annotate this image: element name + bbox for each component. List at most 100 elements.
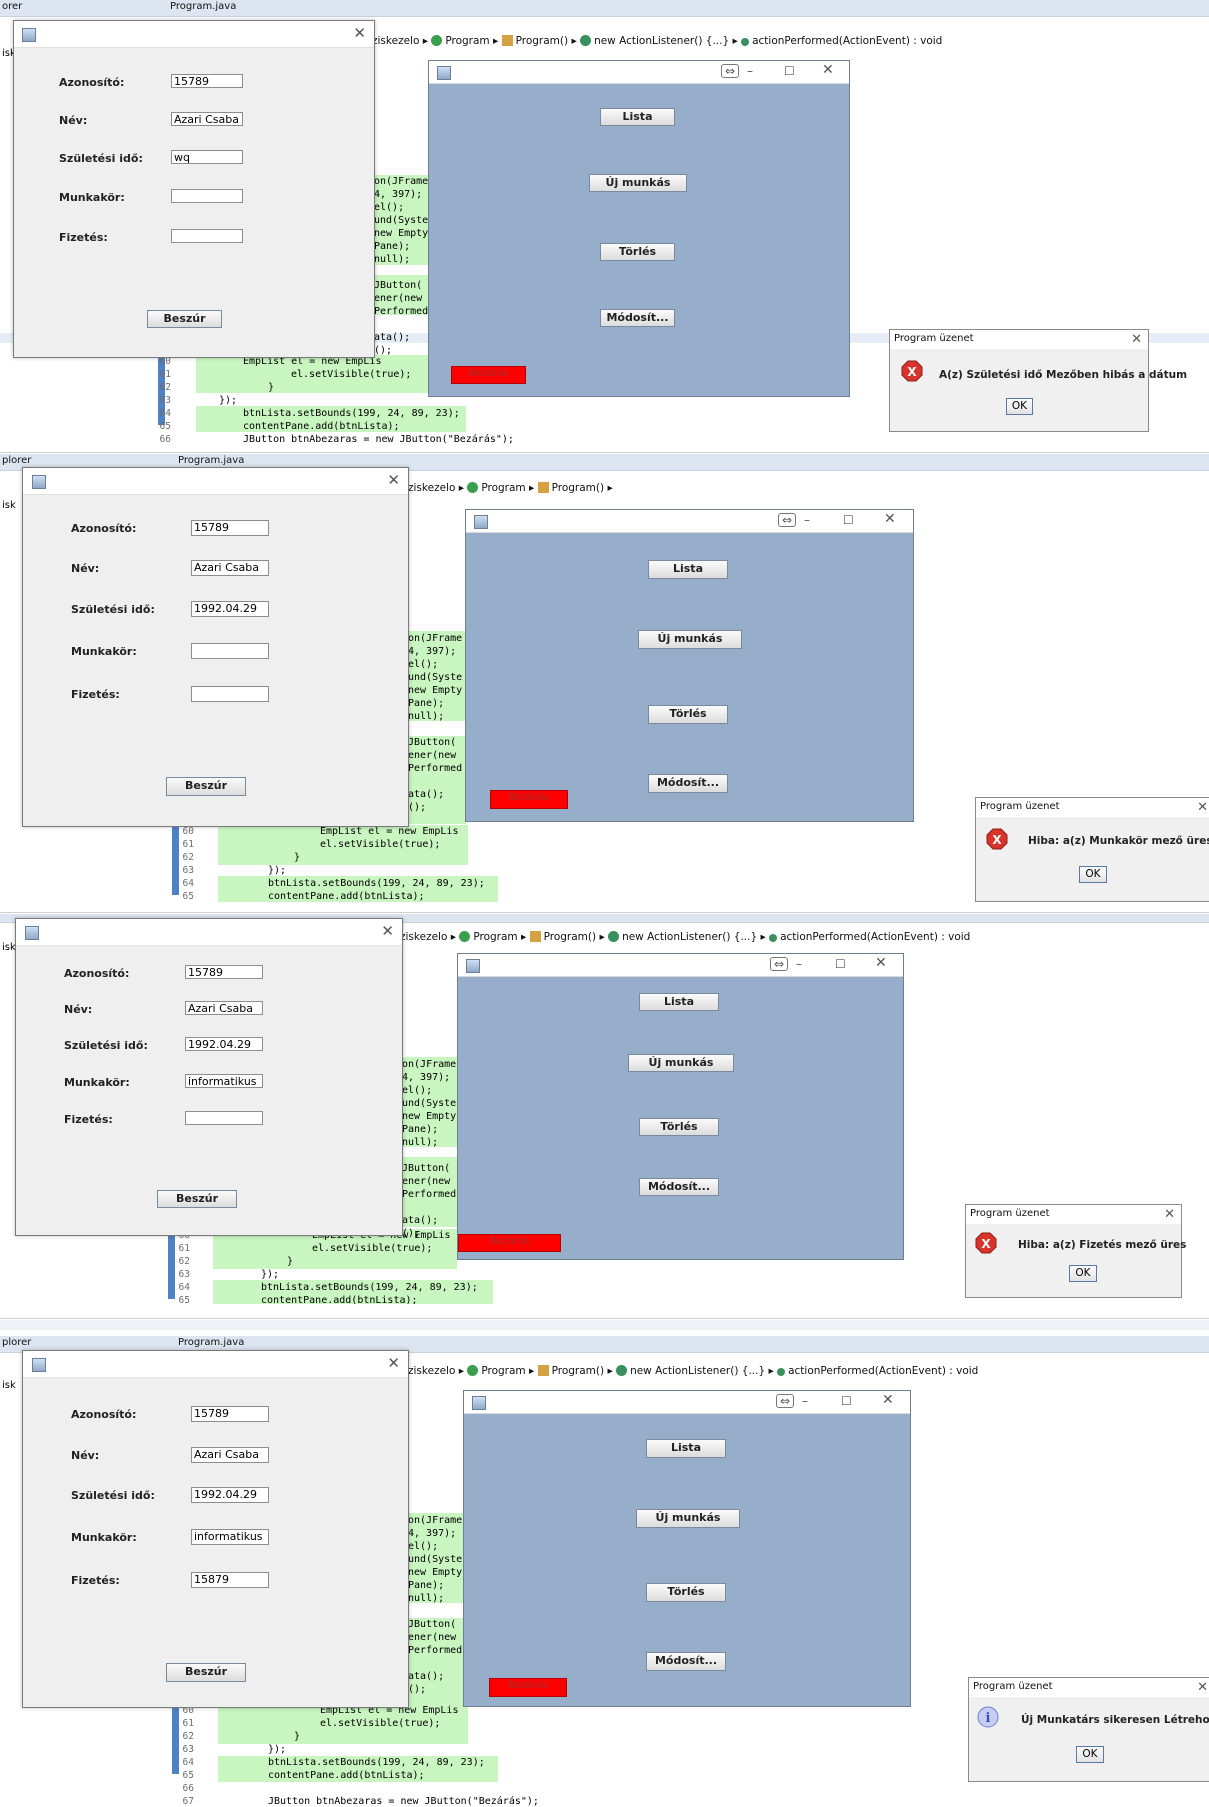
editor-tab-program-java[interactable]: Program.java xyxy=(178,455,244,466)
name-field[interactable]: Azari Csaba xyxy=(191,560,269,576)
explorer-tab[interactable]: plorer xyxy=(2,455,31,466)
job-field[interactable] xyxy=(171,189,243,203)
close-icon[interactable]: ✕ xyxy=(1197,1680,1208,1695)
birth-field[interactable]: 1992.04.29 xyxy=(191,1487,269,1503)
label-id: Azonosító: xyxy=(59,76,125,89)
ide-toolbar xyxy=(0,1320,1209,1330)
close-app-button[interactable]: Bezárás xyxy=(490,790,568,809)
name-field[interactable]: Azari Csaba xyxy=(185,1001,263,1015)
resize-icon[interactable]: ⇔ xyxy=(770,957,789,971)
close-icon[interactable]: ✕ xyxy=(1164,1207,1175,1222)
close-icon[interactable]: ✕ xyxy=(387,473,400,488)
maximize-icon[interactable]: ☐ xyxy=(784,65,795,77)
error-icon: X xyxy=(975,1232,997,1254)
maximize-icon[interactable]: ☐ xyxy=(843,514,854,526)
main-titlebar: ⇔ – ☐ ✕ xyxy=(429,61,849,84)
minimize-icon[interactable]: – xyxy=(802,1395,808,1407)
label-id: Azonosító: xyxy=(71,522,137,535)
ok-button[interactable]: OK xyxy=(1006,398,1033,415)
close-icon[interactable]: ✕ xyxy=(882,1393,894,1407)
new-worker-button[interactable]: Új munkás xyxy=(638,630,742,649)
new-worker-button[interactable]: Új munkás xyxy=(628,1054,734,1072)
constructor-icon xyxy=(537,482,549,493)
close-app-button[interactable]: Bezárás xyxy=(451,366,526,384)
label-name: Név: xyxy=(59,114,88,127)
minimize-icon[interactable]: – xyxy=(747,65,753,77)
minimize-icon[interactable]: – xyxy=(804,514,810,526)
ok-button[interactable]: OK xyxy=(1069,1265,1097,1282)
minimize-icon[interactable]: – xyxy=(796,958,802,970)
close-icon[interactable]: ✕ xyxy=(822,63,834,77)
salary-field[interactable] xyxy=(191,686,269,702)
code-line-65: contentPane.add(btnLista); xyxy=(261,1295,418,1304)
class-icon xyxy=(431,35,443,46)
dialog-title: Program üzenet xyxy=(973,1681,1053,1692)
label-birth: Születési idő: xyxy=(64,1039,148,1052)
new-worker-button[interactable]: Új munkás xyxy=(636,1509,740,1528)
birth-field[interactable]: 1992.04.29 xyxy=(185,1037,263,1051)
maximize-icon[interactable]: ☐ xyxy=(841,1395,852,1407)
resize-icon[interactable]: ⇔ xyxy=(778,513,797,527)
modify-button[interactable]: Módosít... xyxy=(600,309,675,327)
name-field[interactable]: Azari Csaba xyxy=(171,112,243,126)
close-icon[interactable]: ✕ xyxy=(1131,332,1142,347)
ok-button[interactable]: OK xyxy=(1076,1746,1104,1763)
salary-field[interactable] xyxy=(171,229,243,243)
id-field[interactable]: 15789 xyxy=(185,965,263,979)
close-app-button[interactable]: Bezárás xyxy=(489,1678,567,1697)
modify-button[interactable]: Módosít... xyxy=(648,774,728,793)
resize-icon[interactable]: ⇔ xyxy=(776,1394,795,1408)
close-icon[interactable]: ✕ xyxy=(387,1356,400,1371)
panel-divider xyxy=(0,912,1209,913)
ok-button[interactable]: OK xyxy=(1079,866,1107,883)
delete-button[interactable]: Törlés xyxy=(600,243,675,261)
insert-button[interactable]: Beszúr xyxy=(166,1663,246,1682)
class-icon xyxy=(459,931,471,942)
close-icon[interactable]: ✕ xyxy=(884,512,896,526)
insert-button[interactable]: Beszúr xyxy=(157,1190,237,1208)
maximize-icon[interactable]: ☐ xyxy=(835,958,846,970)
name-field[interactable]: Azari Csaba xyxy=(191,1447,269,1463)
modify-button[interactable]: Módosít... xyxy=(646,1652,726,1671)
salary-field[interactable] xyxy=(185,1111,263,1125)
list-button[interactable]: Lista xyxy=(600,108,675,126)
new-worker-button[interactable]: Új munkás xyxy=(589,174,687,192)
close-icon[interactable]: ✕ xyxy=(1197,800,1208,815)
svg-text:X: X xyxy=(981,1237,991,1251)
main-titlebar: ⇔ – ☐ ✕ xyxy=(458,954,903,977)
list-button[interactable]: Lista xyxy=(646,1439,726,1458)
list-button[interactable]: Lista xyxy=(648,560,728,579)
resize-icon[interactable]: ⇔ xyxy=(721,64,740,78)
anonymous-class-icon xyxy=(616,1365,628,1376)
modify-button[interactable]: Módosít... xyxy=(639,1178,719,1196)
label-job: Munkakör: xyxy=(59,191,125,204)
close-icon[interactable]: ✕ xyxy=(353,26,366,41)
class-icon xyxy=(467,482,479,493)
salary-field[interactable]: 15879 xyxy=(191,1572,269,1588)
list-button[interactable]: Lista xyxy=(639,993,719,1011)
birth-field[interactable]: 1992.04.29 xyxy=(191,601,269,617)
delete-button[interactable]: Törlés xyxy=(646,1583,726,1602)
job-field[interactable]: informatikus xyxy=(185,1074,263,1088)
birth-field[interactable]: wq xyxy=(171,150,243,164)
screenshot-panel-2: plorer Program.java isk ziskezelo ▸ Prog… xyxy=(0,454,1209,906)
delete-button[interactable]: Törlés xyxy=(648,705,728,724)
close-icon[interactable]: ✕ xyxy=(381,924,394,939)
editor-tab-program-java[interactable]: Program.java xyxy=(170,1,236,12)
id-field[interactable]: 15789 xyxy=(191,1406,269,1422)
job-field[interactable]: informatikus xyxy=(191,1529,269,1545)
label-birth: Születési idő: xyxy=(71,1489,155,1502)
delete-button[interactable]: Törlés xyxy=(639,1118,719,1136)
job-field[interactable] xyxy=(191,643,269,659)
editor-tab-program-java[interactable]: Program.java xyxy=(178,1337,244,1348)
explorer-tab[interactable]: orer xyxy=(2,1,22,12)
close-icon[interactable]: ✕ xyxy=(875,956,887,970)
insert-button[interactable]: Beszúr xyxy=(147,310,222,328)
id-field[interactable]: 15789 xyxy=(191,520,269,536)
close-app-button[interactable]: Bezárás xyxy=(458,1234,561,1252)
explorer-tab[interactable]: plorer xyxy=(2,1337,31,1348)
label-salary: Fizetés: xyxy=(71,1574,120,1587)
insert-button[interactable]: Beszúr xyxy=(166,777,246,796)
code-line-62: } xyxy=(287,1256,294,1267)
id-field[interactable]: 15789 xyxy=(171,74,243,88)
